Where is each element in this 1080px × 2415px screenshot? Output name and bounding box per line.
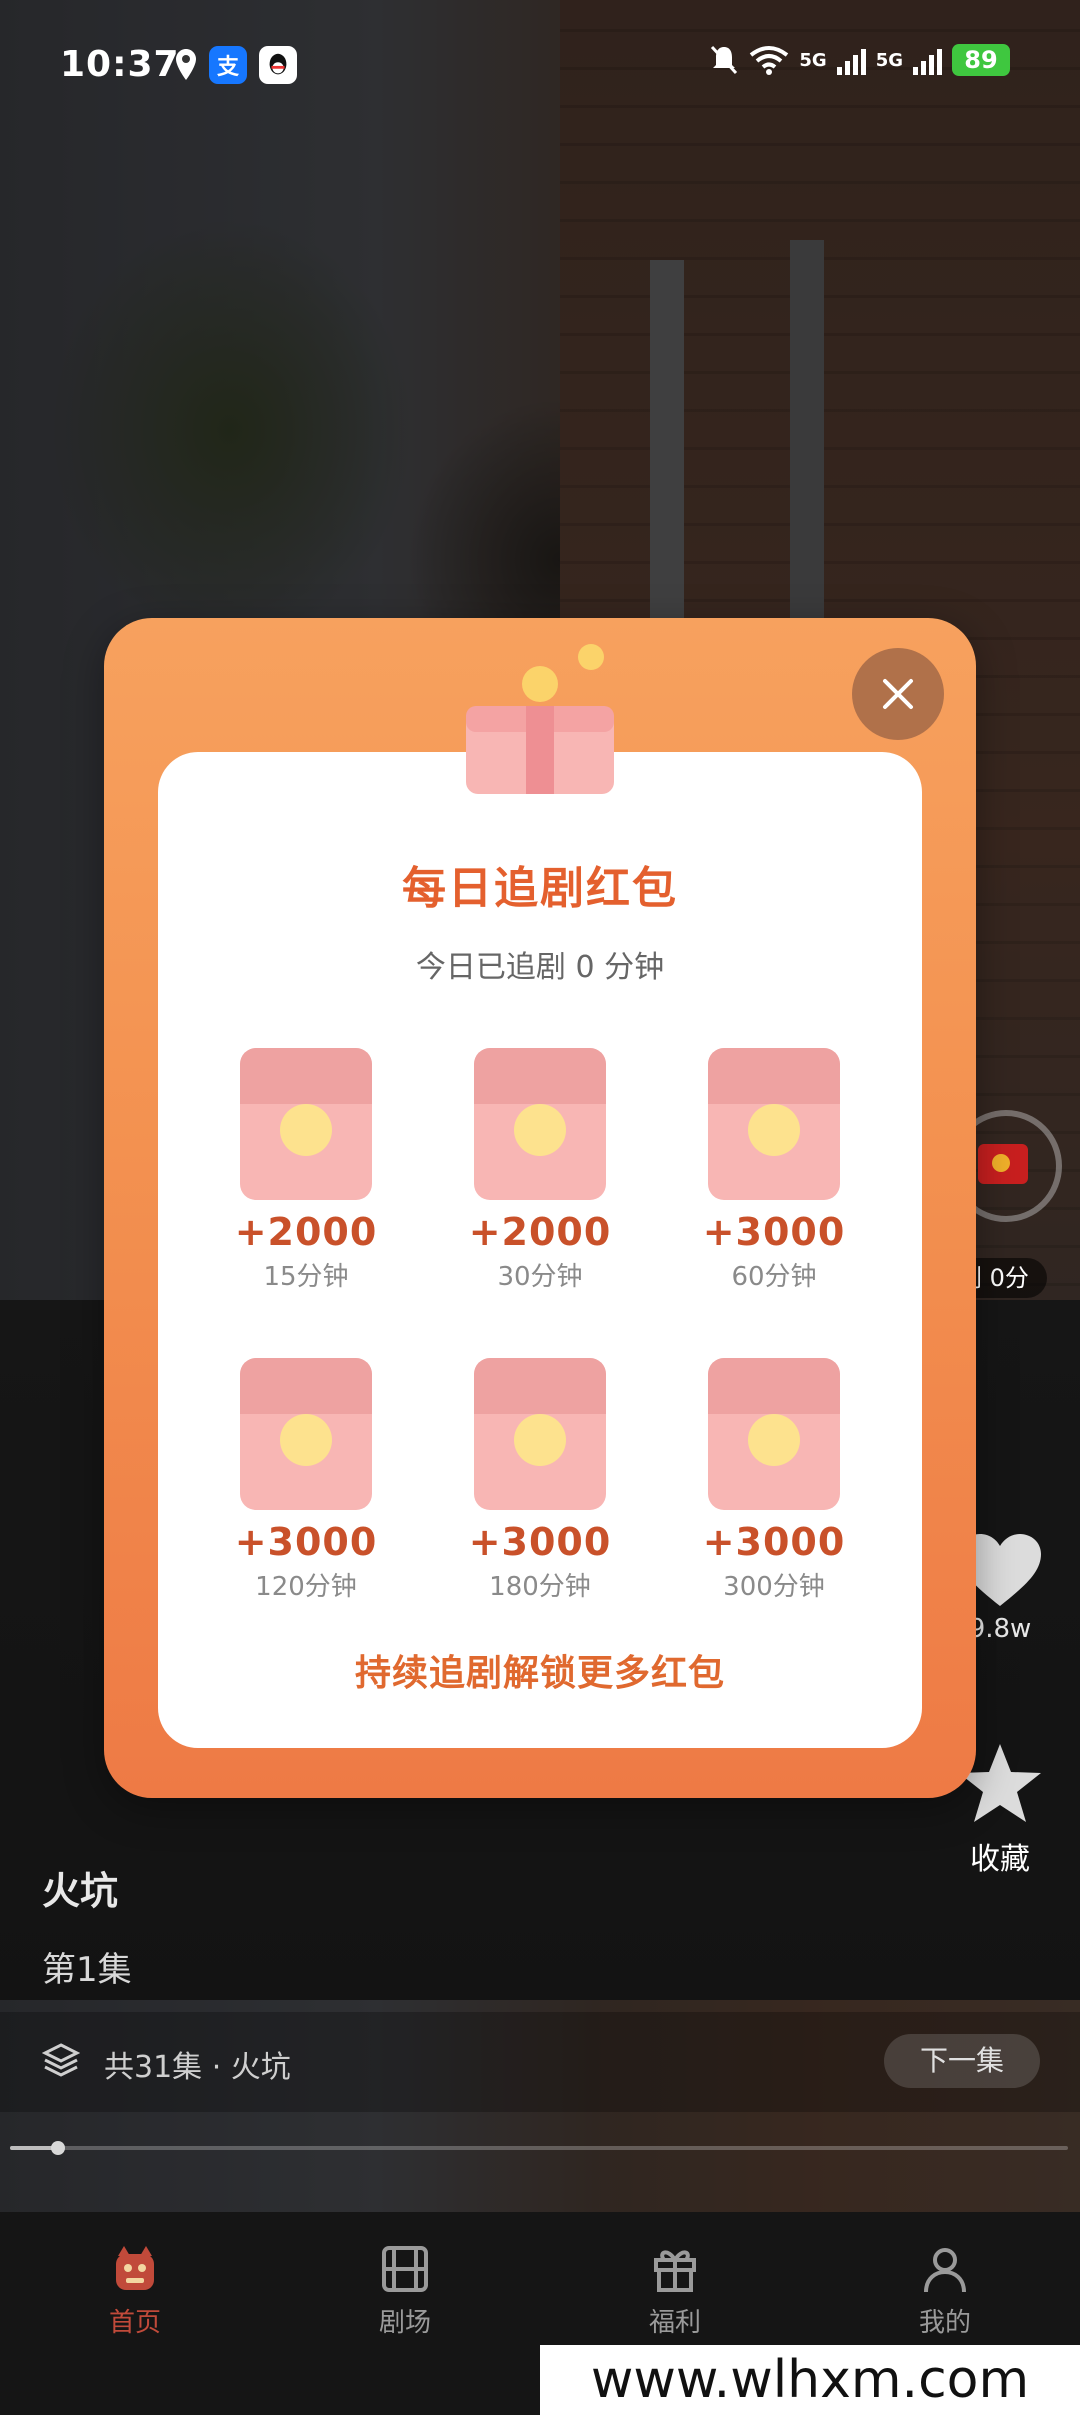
reward-amount: +2000 [234,1210,378,1254]
status-time: 10:37 [60,44,180,85]
progress-handle[interactable] [50,2141,65,2155]
red-packet-icon [474,1048,606,1200]
favorite-label: 收藏 [970,1842,1030,1877]
reward-item[interactable]: +3000 120分钟 [206,1358,406,1603]
nav-theater[interactable]: 剧场 [325,2242,485,2339]
reward-amount: +3000 [234,1520,378,1564]
playback-progress[interactable] [10,2141,1068,2155]
reward-amount: +3000 [702,1520,846,1564]
status-notifications: 支 [175,46,297,84]
red-packet-icon [708,1358,840,1510]
reward-time: 300分钟 [723,1572,825,1602]
close-button[interactable] [852,648,944,740]
reward-time: 60分钟 [731,1262,817,1292]
close-icon [883,679,913,709]
qq-icon [259,46,297,84]
layers-icon [42,2043,80,2077]
home-mascot-icon [116,2246,154,2290]
nav-home-label: 首页 [108,2308,161,2338]
reward-amount: +3000 [702,1210,846,1254]
reward-item[interactable]: +2000 15分钟 [206,1048,406,1293]
nav-theater-label: 剧场 [378,2308,431,2338]
modal-title: 每日追剧红包 [402,863,678,914]
nav-profile[interactable]: 我的 [865,2242,1025,2339]
reward-item[interactable]: +3000 180分钟 [440,1358,640,1603]
drama-title: 火坑 [42,1869,119,1913]
network-type: 5G [799,49,827,71]
gift-icon [654,2250,696,2292]
nav-welfare-label: 福利 [648,2308,701,2338]
next-episode-button[interactable]: 下一集 [883,2034,1040,2088]
reward-item[interactable]: +3000 60分钟 [674,1048,874,1293]
red-packet-icon [474,1358,606,1510]
signal-icon [913,45,942,75]
film-icon [382,2246,428,2292]
status-system-icons: 5G 5G 89 [709,44,1010,76]
location-icon [176,49,196,80]
signal-icon [836,45,866,75]
watermark: www.wlhxm.com [540,2345,1080,2415]
red-packet-icon [240,1048,372,1200]
reward-time: 30分钟 [497,1262,583,1292]
nav-profile-label: 我的 [918,2308,971,2338]
red-packet-icon [708,1048,840,1200]
reward-amount: +3000 [468,1520,612,1564]
nav-welfare[interactable]: 福利 [595,2242,755,2339]
wifi-icon [750,46,789,75]
reward-time: 15分钟 [263,1262,349,1292]
user-icon [924,2248,966,2293]
mute-icon [711,45,738,75]
unlock-more-hint: 持续追剧解锁更多红包 [354,1653,725,1694]
red-packet-icon [240,1358,372,1510]
nav-home[interactable]: 首页 [55,2242,215,2339]
reward-item[interactable]: +3000 300分钟 [674,1358,874,1603]
reward-time: 120分钟 [255,1572,357,1602]
watch-minutes-today: 今日已追剧 0 分钟 [415,950,665,985]
reward-amount: +2000 [468,1210,612,1254]
status-bar: 10:37 支 5G 5G 89 [0,0,1080,130]
battery-icon: 89 [952,44,1010,76]
network-type: 5G [875,49,903,71]
episode-label: 第1集 [42,1950,132,1990]
gift-box-icon [466,666,614,794]
reward-time: 180分钟 [489,1572,591,1602]
alipay-icon: 支 [209,46,247,84]
reward-item[interactable]: +2000 30分钟 [440,1048,640,1293]
series-info: 共31集 · 火坑 [104,2050,291,2085]
episode-selector[interactable]: 共31集 · 火坑 下一集 [0,2012,1080,2112]
